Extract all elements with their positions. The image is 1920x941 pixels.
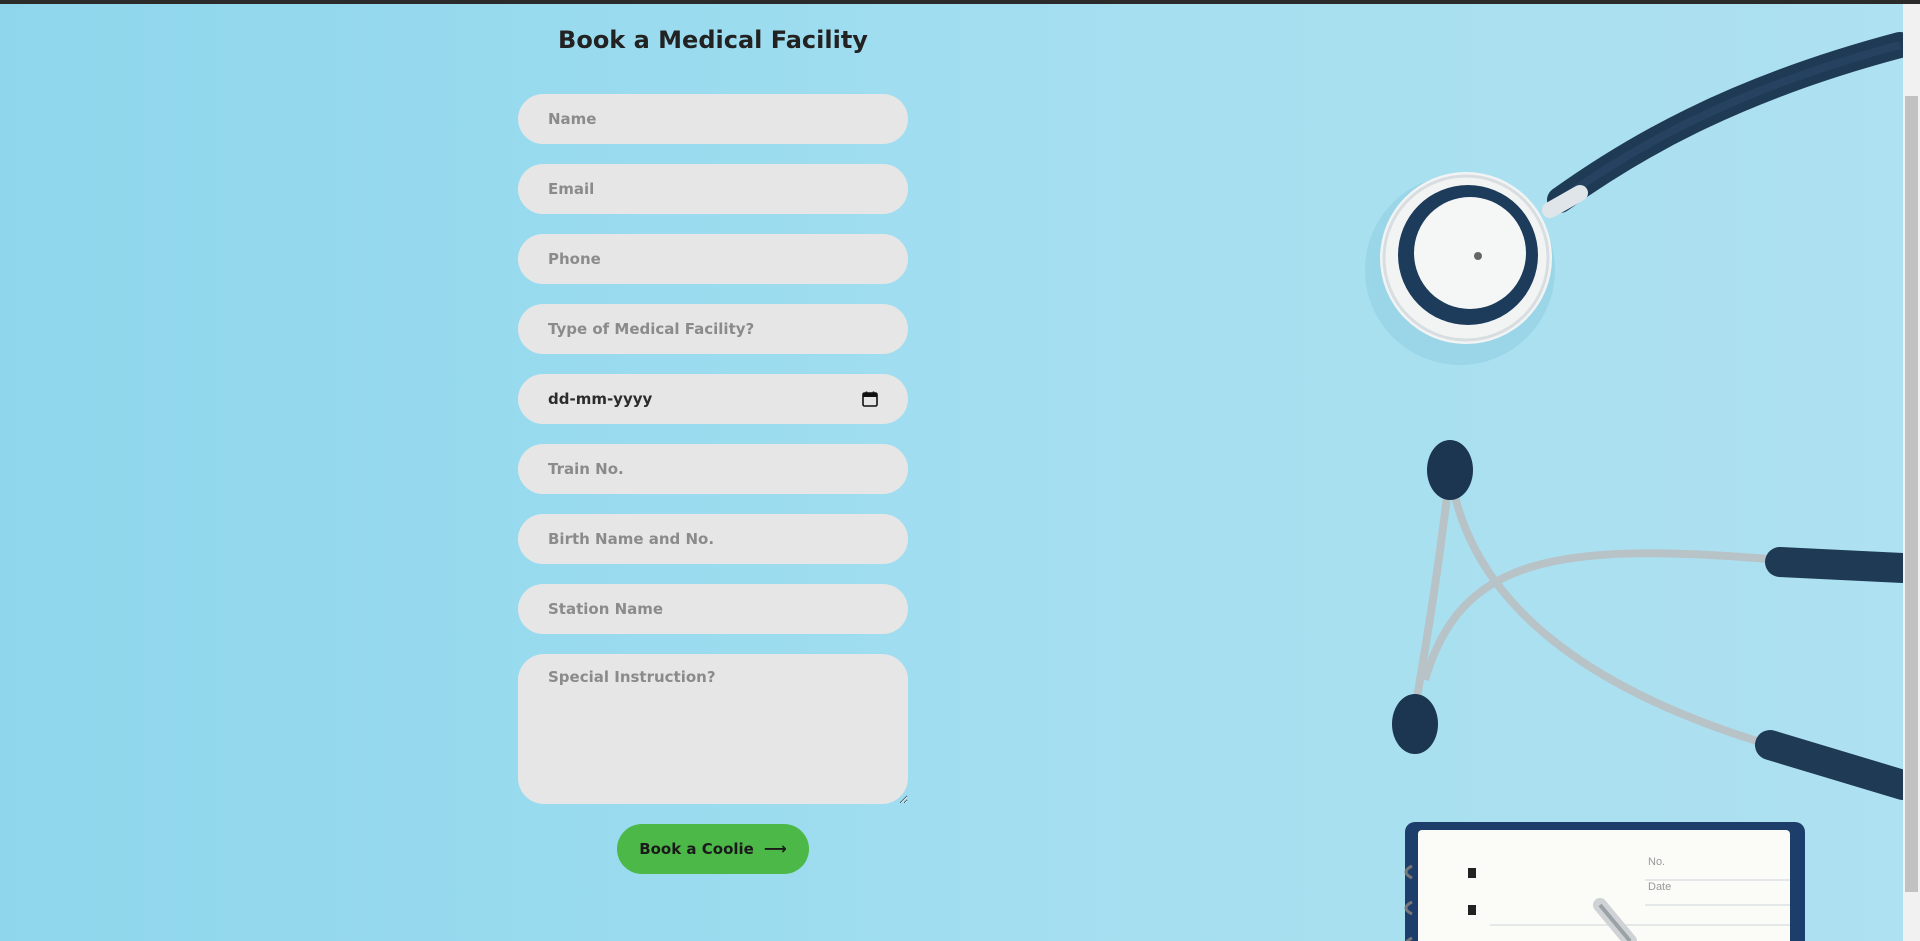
name-input[interactable] [518,94,908,144]
svg-text:No.: No. [1648,856,1665,868]
birth-input[interactable] [518,514,908,564]
date-value: dd-mm-yyyy [548,390,653,408]
book-coolie-label: Book a Coolie [639,840,754,858]
calendar-icon[interactable] [862,391,878,407]
phone-input[interactable] [518,234,908,284]
date-input[interactable]: dd-mm-yyyy [518,374,908,424]
train-no-input[interactable] [518,444,908,494]
station-name-input[interactable] [518,584,908,634]
email-input[interactable] [518,164,908,214]
book-coolie-button[interactable]: Book a Coolie ⟶ [617,824,809,874]
form-title: Book a Medical Facility [558,26,868,54]
scrollbar-thumb[interactable] [1905,96,1918,892]
arrow-right-icon: ⟶ [763,839,787,858]
booking-form: Book a Medical Facility dd-mm-yyyy Book … [518,20,908,874]
scrollbar[interactable] [1903,4,1920,941]
special-instruction-textarea[interactable] [518,654,908,804]
facility-type-input[interactable] [518,304,908,354]
svg-text:Date: Date [1648,881,1671,893]
stethoscope-photo: No. Date [1300,0,1903,941]
